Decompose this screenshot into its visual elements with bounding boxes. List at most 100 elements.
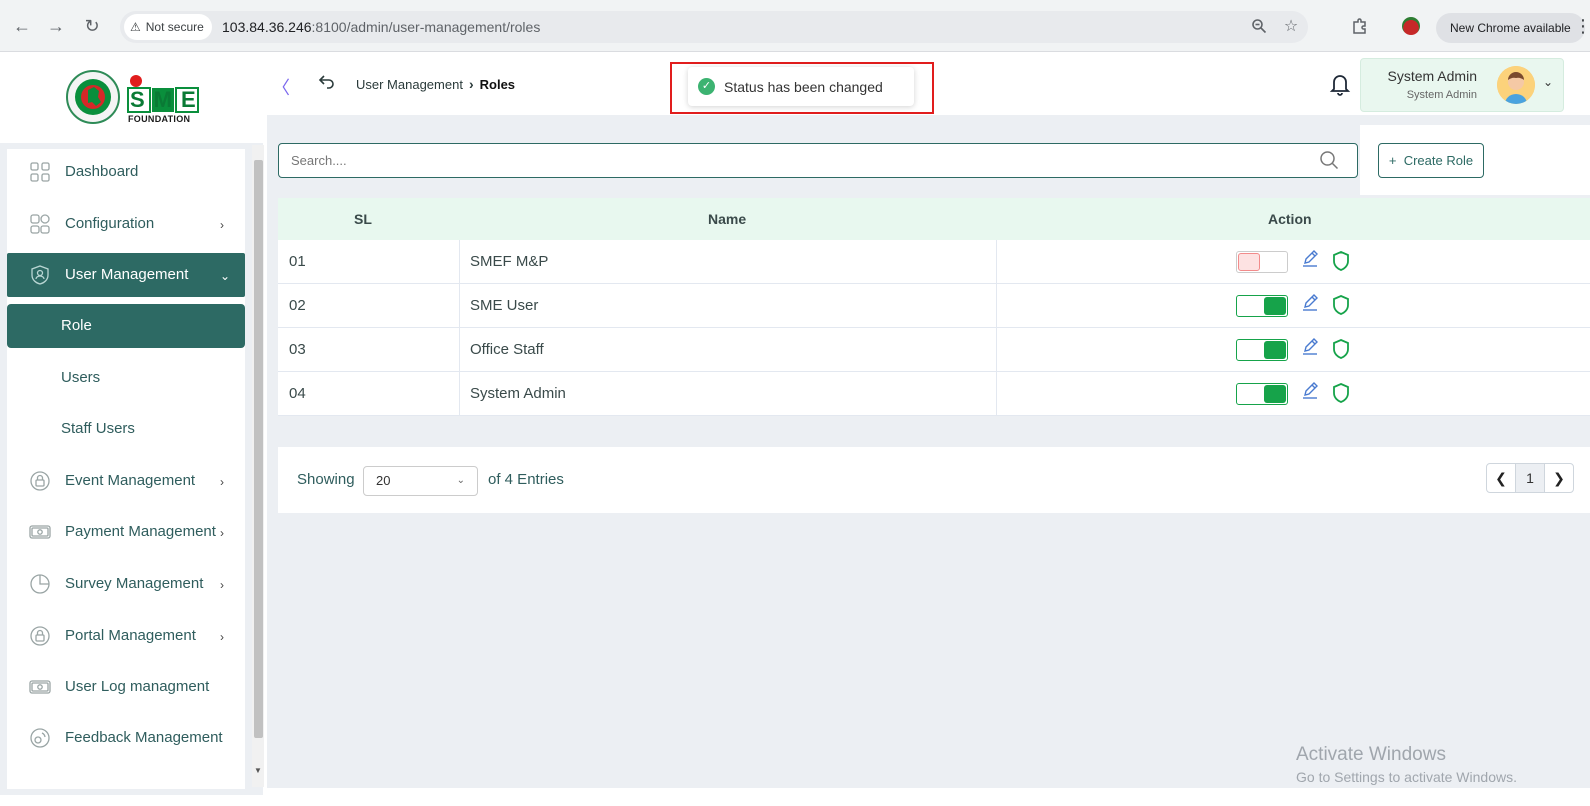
sidebar-item-portal-management[interactable]: Portal Management ›	[7, 614, 245, 658]
breadcrumb-user-management[interactable]: User Management	[356, 77, 463, 92]
new-chrome-button[interactable]: New Chrome available	[1436, 13, 1585, 43]
permission-shield-icon[interactable]	[1331, 294, 1351, 316]
url-host: 103.84.36.246	[222, 19, 312, 35]
create-role-button[interactable]: + Create Role	[1378, 143, 1484, 178]
sidebar-item-event-management[interactable]: Event Management ›	[7, 459, 245, 503]
chevron-left-icon: ❮	[1495, 470, 1507, 486]
zoom-icon[interactable]	[1250, 18, 1268, 36]
url-text[interactable]: 103.84.36.246:8100/admin/user-management…	[222, 11, 540, 43]
scroll-down-arrow-icon[interactable]: ▼	[253, 766, 263, 775]
sidebar-item-user-log-managment[interactable]: User Log managment	[7, 665, 245, 709]
page-number-button[interactable]: 1	[1515, 463, 1545, 493]
sidebar-subitem-users[interactable]: Users	[7, 356, 245, 400]
security-chip[interactable]: ⚠ Not secure	[124, 14, 212, 40]
back-icon[interactable]	[318, 72, 338, 92]
per-page-select[interactable]: 20 ⌄	[363, 466, 478, 496]
edit-icon[interactable]	[1300, 337, 1320, 357]
feedback-icon	[29, 727, 51, 749]
url-path: :8100/admin/user-management/roles	[311, 19, 541, 35]
table-row: 02 SME User	[278, 284, 1590, 328]
lock-circle-icon	[29, 625, 51, 647]
extensions-puzzle-icon[interactable]	[1350, 16, 1370, 36]
column-header-sl: SL	[354, 211, 372, 227]
notification-bell-icon[interactable]	[1329, 72, 1353, 96]
row-name: SME User	[470, 297, 539, 314]
sidebar-subitem-role[interactable]: Role	[7, 304, 245, 348]
breadcrumb-roles: Roles	[479, 76, 516, 92]
edit-icon[interactable]	[1300, 293, 1320, 313]
back-arrow-icon[interactable]: ←	[10, 14, 34, 38]
permission-shield-icon[interactable]	[1331, 250, 1351, 272]
sidebar-item-label: Survey Management	[65, 575, 204, 592]
address-bar[interactable]: ⚠ Not secure 103.84.36.246:8100/admin/us…	[120, 11, 1308, 43]
edit-icon[interactable]	[1300, 381, 1320, 401]
star-icon[interactable]: ☆	[1282, 18, 1300, 36]
row-sl: 04	[289, 385, 306, 402]
sidebar-item-dashboard[interactable]: Dashboard	[7, 150, 245, 194]
roles-table: SL Name Action 01 SMEF M&P 02 SME User 0…	[278, 198, 1590, 416]
table-row: 03 Office Staff	[278, 328, 1590, 372]
cash-icon	[29, 676, 51, 698]
user-role: System Admin	[1406, 89, 1477, 101]
collapse-sidebar-icon[interactable]: 〈	[272, 74, 290, 98]
logo-foundation-text: FOUNDATION	[128, 114, 191, 124]
sidebar-item-configuration[interactable]: Configuration ›	[7, 202, 245, 246]
table-row: 01 SMEF M&P	[278, 240, 1590, 284]
search-input[interactable]	[291, 144, 1291, 177]
chevron-right-icon: ❯	[1553, 470, 1565, 486]
sidebar-item-user-management[interactable]: User Management ⌄	[7, 253, 245, 297]
security-label: Not secure	[145, 20, 204, 34]
permission-shield-icon[interactable]	[1331, 338, 1351, 360]
user-menu[interactable]: System Admin System Admin ⌄	[1360, 58, 1564, 112]
prev-page-button[interactable]: ❮	[1486, 463, 1516, 493]
chevron-right-icon: ›	[220, 630, 224, 644]
sidebar-item-label: Event Management	[65, 472, 196, 489]
sidebar-item-label: Payment Management	[65, 523, 216, 540]
sidebar-item-payment-management[interactable]: Payment Management ›	[7, 510, 245, 554]
sidebar-item-label: User Log managment	[65, 678, 210, 695]
row-name: System Admin	[470, 385, 566, 402]
status-toggle[interactable]	[1236, 251, 1288, 273]
create-role-label: Create Role	[1403, 153, 1474, 168]
sidebar-item-label: Dashboard	[65, 163, 139, 180]
plus-icon: +	[1388, 153, 1397, 168]
check-circle-icon: ✓	[698, 78, 715, 95]
sidebar-scroll-thumb[interactable]	[254, 160, 263, 738]
sme-foundation-logo[interactable]: SME FOUNDATION	[66, 70, 208, 128]
watermark-title: Activate Windows	[1296, 744, 1446, 765]
row-name: Office Staff	[470, 341, 544, 358]
status-toggle[interactable]	[1236, 295, 1288, 317]
showing-label: Showing	[297, 471, 355, 488]
search-box[interactable]	[278, 143, 1358, 178]
chevron-right-icon: ›	[220, 218, 224, 232]
avatar	[1497, 66, 1535, 104]
watermark-subtitle: Go to Settings to activate Windows.	[1296, 769, 1517, 785]
search-icon[interactable]	[1319, 150, 1341, 172]
forward-arrow-icon[interactable]: →	[44, 14, 68, 38]
sidebar-item-survey-management[interactable]: Survey Management ›	[7, 562, 245, 606]
chevron-down-icon: ⌄	[456, 475, 465, 486]
dashboard-grid-icon	[29, 161, 51, 183]
reload-icon[interactable]: ↻	[80, 14, 104, 38]
table-header: SL Name Action	[278, 198, 1590, 240]
toast-message: Status has been changed	[724, 78, 883, 95]
edit-icon[interactable]	[1300, 249, 1320, 269]
permission-shield-icon[interactable]	[1331, 382, 1351, 404]
sidebar-item-label: Configuration	[65, 215, 155, 232]
status-toggle[interactable]	[1236, 339, 1288, 361]
sidebar-subitem-staff-users[interactable]: Staff Users	[7, 407, 245, 451]
status-toast: ✓ Status has been changed	[688, 67, 914, 106]
sidebar-item-label: Portal Management	[65, 627, 196, 644]
profile-avatar[interactable]	[1402, 17, 1420, 35]
next-page-button[interactable]: ❯	[1544, 463, 1574, 493]
sidebar-item-feedback-management[interactable]: Feedback Management	[7, 716, 245, 760]
user-shield-icon	[29, 264, 51, 286]
entries-label: of 4 Entries	[488, 471, 564, 488]
logo-brand-text: SME	[130, 87, 205, 112]
row-sl: 01	[289, 253, 306, 270]
config-icon	[29, 213, 51, 235]
status-toggle[interactable]	[1236, 383, 1288, 405]
browser-menu-icon[interactable]: ⋮	[1574, 14, 1590, 38]
cash-icon	[29, 521, 51, 543]
chevron-right-icon: ›	[220, 475, 224, 489]
